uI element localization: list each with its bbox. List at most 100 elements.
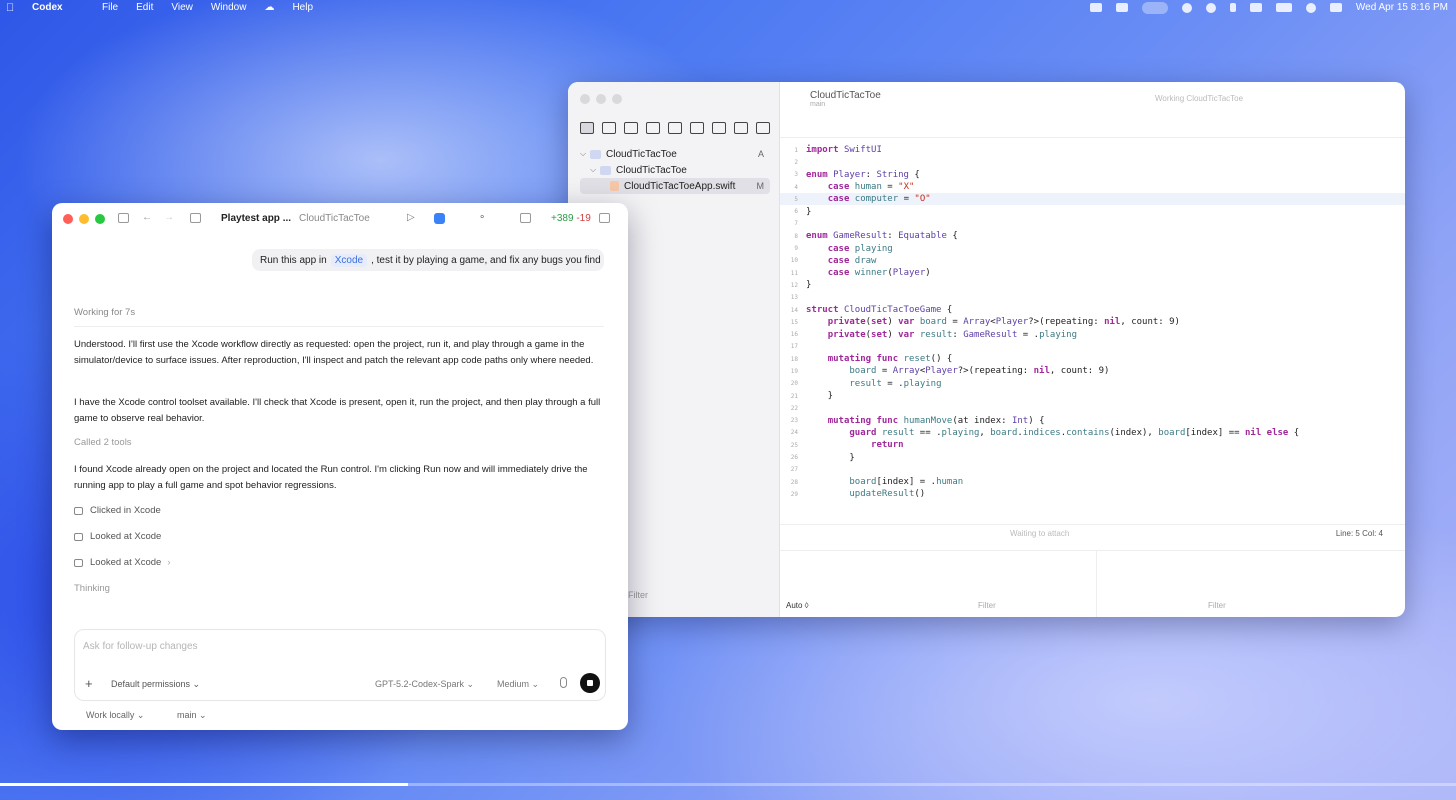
commit-icon[interactable]: ∘ <box>479 212 485 223</box>
line-number[interactable]: 6 <box>780 208 806 215</box>
code-line[interactable]: 9 case playing <box>780 242 1405 254</box>
line-number[interactable]: 24 <box>780 429 806 436</box>
code-line[interactable]: 25 return <box>780 439 1405 451</box>
stop-button[interactable] <box>580 673 600 693</box>
line-number[interactable]: 4 <box>780 184 806 191</box>
line-number[interactable]: 11 <box>780 270 806 277</box>
code-line[interactable]: 10 case draw <box>780 255 1405 267</box>
code-line[interactable]: 13 <box>780 292 1405 304</box>
code-line[interactable]: 20 result = .playing <box>780 378 1405 390</box>
line-number[interactable]: 15 <box>780 319 806 326</box>
jump-bar[interactable] <box>780 122 1405 138</box>
search-icon[interactable] <box>1305 2 1316 13</box>
line-number[interactable]: 29 <box>780 491 806 498</box>
chevron-down-icon[interactable]: ⌵ <box>590 165 600 175</box>
line-number[interactable]: 28 <box>780 479 806 486</box>
breakpoint-icon[interactable] <box>734 122 748 134</box>
close-icon[interactable] <box>63 214 73 224</box>
chevron-down-icon[interactable]: ⌵ <box>580 149 590 159</box>
line-number[interactable]: 10 <box>780 257 806 264</box>
test-icon[interactable] <box>690 122 704 134</box>
code-line[interactable]: 8 enum GameResult: Equatable { <box>780 230 1405 242</box>
menu-view[interactable]: View <box>171 2 193 13</box>
sidebar-toggle-icon[interactable] <box>118 213 129 223</box>
composer[interactable]: Ask for follow-up changes + Default perm… <box>74 629 606 701</box>
menu-file[interactable]: File <box>102 2 118 13</box>
source-control-icon[interactable] <box>602 122 616 134</box>
diff-summary[interactable]: +389 -19 <box>551 213 591 224</box>
line-number[interactable]: 21 <box>780 393 806 400</box>
line-number[interactable]: 8 <box>780 233 806 240</box>
line-number[interactable]: 12 <box>780 282 806 289</box>
code-line[interactable]: 16 private(set) var result: GameResult =… <box>780 328 1405 340</box>
menu-help-icon[interactable]: ☁ <box>264 2 274 13</box>
project-name[interactable]: CloudTicTacToe <box>299 213 370 224</box>
tree-item-project[interactable]: ⌵ CloudTicTacToe A <box>580 146 770 162</box>
terminal-icon[interactable] <box>520 213 531 223</box>
status-icon-1[interactable] <box>1089 3 1102 12</box>
line-number[interactable]: 7 <box>780 220 806 227</box>
line-number[interactable]: 20 <box>780 380 806 387</box>
control-center-icon[interactable] <box>1329 3 1342 12</box>
code-line[interactable]: 3 enum Player: String { <box>780 169 1405 181</box>
back-icon[interactable]: ← <box>142 212 152 223</box>
zoom-icon[interactable] <box>612 94 622 104</box>
line-number[interactable]: 22 <box>780 405 806 412</box>
line-number[interactable]: 26 <box>780 454 806 461</box>
code-line[interactable]: 5 case computer = "O" <box>780 193 1405 206</box>
warning-icon[interactable] <box>668 122 682 134</box>
bluetooth-icon[interactable] <box>1229 3 1236 12</box>
zoom-icon[interactable] <box>95 214 105 224</box>
video-progress-bar[interactable] <box>0 783 1456 786</box>
forward-icon[interactable]: → <box>164 212 174 223</box>
code-line[interactable]: 15 private(set) var board = Array<Player… <box>780 316 1405 328</box>
battery-icon[interactable] <box>1275 3 1292 12</box>
line-number[interactable]: 23 <box>780 417 806 424</box>
line-number[interactable]: 25 <box>780 442 806 449</box>
composer-input[interactable]: Ask for follow-up changes <box>83 641 198 652</box>
code-line[interactable]: 23 mutating func humanMove(at index: Int… <box>780 415 1405 427</box>
apple-icon[interactable]:  <box>6 2 20 14</box>
folder-icon[interactable] <box>580 122 594 134</box>
code-line[interactable]: 6} <box>780 205 1405 217</box>
permissions-select[interactable]: Default permissions ⌄ <box>111 679 200 690</box>
line-number[interactable]: 3 <box>780 171 806 178</box>
code-line[interactable]: 14 struct CloudTicTacToeGame { <box>780 304 1405 316</box>
tree-item-group[interactable]: ⌵ CloudTicTacToe <box>580 162 770 178</box>
code-line[interactable]: 19 board = Array<Player?>(repeating: nil… <box>780 365 1405 377</box>
microphone-icon[interactable] <box>560 677 567 688</box>
chevron-right-icon[interactable]: › <box>167 557 170 568</box>
xcode-app-icon[interactable] <box>434 213 445 224</box>
code-line[interactable]: 24 guard result == .playing, board.indic… <box>780 427 1405 439</box>
tool-call-row[interactable]: Looked at Xcode <box>74 531 161 542</box>
wifi-icon[interactable] <box>1249 3 1262 12</box>
screen-mirror-icon[interactable] <box>1141 1 1168 14</box>
code-line[interactable]: 7 <box>780 218 1405 230</box>
minimize-icon[interactable] <box>596 94 606 104</box>
minimize-icon[interactable] <box>79 214 89 224</box>
navigator-filter[interactable]: Filter <box>628 590 648 600</box>
work-mode-select[interactable]: Work locally ⌄ <box>86 710 144 721</box>
code-line[interactable]: 27 <box>780 464 1405 476</box>
code-line[interactable]: 4 case human = "X" <box>780 181 1405 193</box>
line-number[interactable]: 1 <box>780 147 806 154</box>
bookmark-icon[interactable] <box>624 122 638 134</box>
line-number[interactable]: 18 <box>780 356 806 363</box>
line-number[interactable]: 27 <box>780 466 806 473</box>
panel-toggle-icon[interactable] <box>599 213 610 223</box>
debug-icon[interactable] <box>712 122 726 134</box>
reasoning-effort-select[interactable]: Medium ⌄ <box>497 679 539 690</box>
menu-help[interactable]: Help <box>292 2 313 13</box>
console-filter[interactable]: Filter <box>1208 601 1226 610</box>
close-icon[interactable] <box>580 94 590 104</box>
line-number[interactable]: 9 <box>780 245 806 252</box>
menu-clock[interactable]: Wed Apr 15 8:16 PM <box>1356 2 1448 13</box>
line-number[interactable]: 13 <box>780 294 806 301</box>
branch-select[interactable]: main ⌄ <box>177 710 207 721</box>
code-line[interactable]: 1 import SwiftUI <box>780 144 1405 156</box>
model-select[interactable]: GPT-5.2-Codex-Spark ⌄ <box>375 679 474 690</box>
code-line[interactable]: 21 } <box>780 390 1405 402</box>
code-line[interactable]: 26 } <box>780 451 1405 463</box>
code-line[interactable]: 18 mutating func reset() { <box>780 353 1405 365</box>
tool-calls-summary[interactable]: Called 2 tools <box>74 437 132 448</box>
